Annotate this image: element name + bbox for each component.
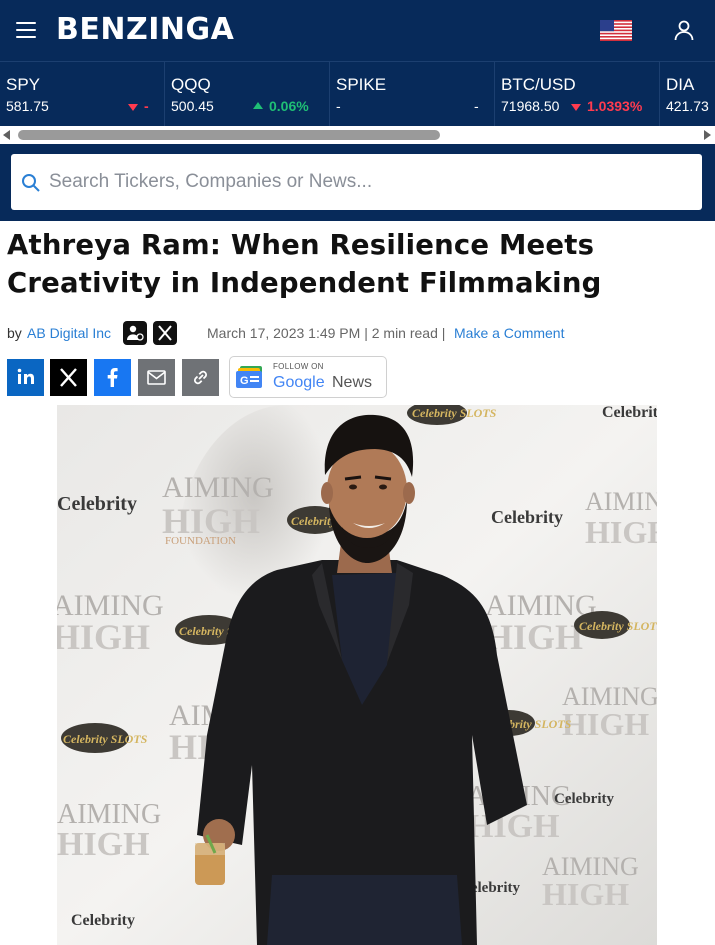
- share-email-button[interactable]: [138, 359, 175, 396]
- ticker-price: 71968.50: [501, 98, 560, 114]
- article-date-readtime: March 17, 2023 1:49 PM | 2 min read |: [207, 325, 446, 341]
- us-flag-icon[interactable]: [600, 20, 632, 41]
- scrollbar-thumb[interactable]: [18, 130, 440, 140]
- author-profile-icon[interactable]: [123, 321, 147, 345]
- share-facebook-button[interactable]: [94, 359, 131, 396]
- ticker-dia[interactable]: DIA 421.73: [660, 62, 715, 127]
- hamburger-icon[interactable]: [16, 20, 38, 38]
- google-news-follow-label: FOLLOW ON: [273, 362, 324, 371]
- byline-prefix: by: [7, 325, 22, 341]
- down-arrow-icon: [128, 104, 138, 111]
- article-hero-image: AIMING HIGH FOUNDATION AIMING HIGH AIMIN…: [57, 405, 657, 945]
- ticker-price: 581.75: [6, 98, 49, 114]
- backdrop-high-text: HIGH: [485, 617, 583, 657]
- backdrop-high-text: HIGH: [562, 706, 649, 742]
- ticker-qqq[interactable]: QQQ 500.45 0.06%: [165, 62, 329, 127]
- backdrop-celebrity-text: Celebrity: [71, 912, 135, 929]
- share-x-button[interactable]: [50, 359, 87, 396]
- scroll-right-icon[interactable]: [704, 130, 711, 140]
- ticker-change: -: [474, 98, 479, 114]
- ticker-scrollbar[interactable]: [0, 126, 715, 144]
- svg-text:Celebrity SLOTS: Celebrity SLOTS: [412, 406, 497, 420]
- up-arrow-icon: [253, 102, 263, 109]
- google-news-news-label: News: [332, 374, 373, 391]
- search-box[interactable]: [11, 154, 702, 210]
- down-arrow-icon: [571, 104, 581, 111]
- search-input[interactable]: [49, 154, 689, 210]
- author-link[interactable]: AB Digital Inc: [27, 325, 111, 341]
- backdrop-aiming-text: AIMING: [162, 471, 274, 504]
- benzinga-logo[interactable]: BENZINGA: [56, 12, 234, 47]
- ticker-symbol: QQQ: [171, 75, 211, 94]
- ticker-strip: SPY 581.75 - QQQ 500.45 0.06% SPIKE - - …: [0, 61, 715, 127]
- backdrop-foundation-text: FOUNDATION: [165, 535, 236, 547]
- facebook-icon: [107, 368, 118, 387]
- author-x-icon[interactable]: [153, 321, 177, 345]
- search-bar-container: [0, 144, 715, 221]
- ticker-price: 500.45: [171, 98, 214, 114]
- backdrop-celebrity-text: Celebrity: [554, 791, 614, 807]
- copy-link-button[interactable]: [182, 359, 219, 396]
- ticker-spy[interactable]: SPY 581.75 -: [0, 62, 164, 127]
- user-icon[interactable]: [672, 18, 696, 42]
- backdrop-celebrity-text: Celebrity: [57, 493, 137, 515]
- backdrop-high-text: HIGH: [467, 808, 560, 845]
- link-icon: [194, 370, 207, 385]
- x-icon: [60, 368, 77, 387]
- linkedin-icon: [17, 368, 34, 384]
- backdrop-celebrity-text: Celebrity: [602, 405, 657, 421]
- backdrop-high-text: HIGH: [57, 617, 150, 657]
- ticker-symbol: DIA: [666, 75, 695, 94]
- ticker-spike[interactable]: SPIKE - -: [330, 62, 494, 127]
- backdrop-aiming-text: AIMING: [585, 487, 657, 516]
- top-navigation-bar: BENZINGA: [0, 0, 715, 61]
- share-linkedin-button[interactable]: [7, 359, 44, 396]
- svg-text:Celebrity SLOTS: Celebrity SLOTS: [579, 619, 657, 633]
- email-icon: [147, 370, 166, 385]
- google-news-google-label: Google: [273, 374, 325, 391]
- svg-text:Celebrity SLOTS: Celebrity SLOTS: [63, 732, 148, 746]
- backdrop-high-text: HIGH: [585, 514, 657, 550]
- ticker-symbol: SPY: [6, 75, 41, 94]
- google-news-icon: G: [236, 366, 262, 388]
- ticker-symbol: BTC/USD: [501, 75, 576, 94]
- google-news-follow-button[interactable]: G FOLLOW ON Google News: [229, 356, 387, 398]
- svg-text:G: G: [240, 375, 249, 387]
- scroll-left-icon[interactable]: [3, 130, 10, 140]
- backdrop-celebrity-text: Celebrity: [491, 507, 563, 527]
- article-byline: by AB Digital Inc March 17, 2023 1:49 PM…: [7, 321, 707, 345]
- backdrop-high-text: HIGH: [57, 826, 150, 863]
- ticker-btcusd[interactable]: BTC/USD 71968.50 1.0393%: [495, 62, 659, 127]
- ticker-symbol: SPIKE: [336, 75, 387, 94]
- red-carpet-photo: AIMING HIGH FOUNDATION AIMING HIGH AIMIN…: [57, 405, 657, 945]
- ticker-price: -: [336, 98, 341, 114]
- backdrop-high-text: HIGH: [542, 876, 629, 912]
- article-title: Athreya Ram: When Resilience Meets Creat…: [7, 229, 602, 299]
- make-a-comment-link[interactable]: Make a Comment: [454, 325, 564, 341]
- search-icon: [22, 174, 40, 192]
- ticker-change: 1.0393%: [587, 98, 643, 114]
- ticker-price: 421.73: [666, 98, 709, 114]
- ticker-change: 0.06%: [269, 98, 309, 114]
- ticker-change: -: [144, 98, 149, 114]
